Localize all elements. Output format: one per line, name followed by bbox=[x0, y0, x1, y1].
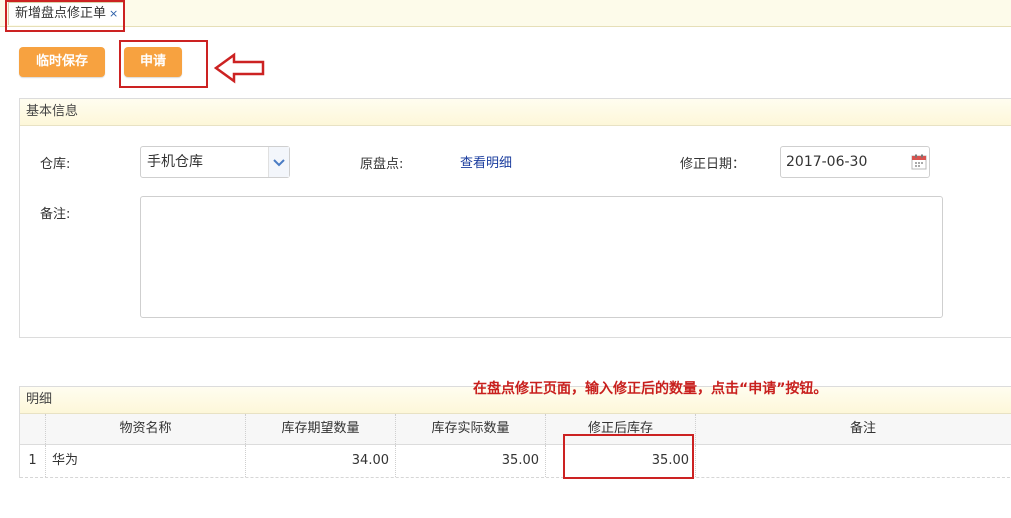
remark-textarea[interactable] bbox=[140, 196, 943, 318]
column-header-note[interactable]: 备注 bbox=[696, 414, 1011, 444]
correction-date-value: 2017-06-30 bbox=[786, 154, 868, 170]
tab-highlight-box bbox=[5, 0, 125, 32]
cell-expected[interactable]: 34.00 bbox=[246, 445, 396, 477]
left-arrow-icon bbox=[214, 52, 265, 84]
apply-highlight-box bbox=[119, 40, 208, 88]
calendar-icon[interactable] bbox=[911, 154, 927, 170]
temporary-save-button[interactable]: 临时保存 bbox=[19, 47, 105, 77]
column-header-index bbox=[20, 414, 46, 444]
warehouse-select[interactable]: 手机仓库 bbox=[140, 146, 290, 178]
cell-note[interactable] bbox=[696, 445, 1011, 477]
row-index: 1 bbox=[20, 445, 46, 477]
cell-actual[interactable]: 35.00 bbox=[396, 445, 546, 477]
warehouse-label: 仓库: bbox=[40, 157, 71, 172]
chevron-down-icon[interactable] bbox=[268, 147, 289, 177]
column-header-name[interactable]: 物资名称 bbox=[46, 414, 246, 444]
panel-header-basic: 基本信息 bbox=[20, 99, 1011, 126]
view-detail-link[interactable]: 查看明细 bbox=[460, 152, 512, 171]
correction-date-label: 修正日期： bbox=[680, 157, 746, 172]
original-inventory-label: 原盘点: bbox=[360, 157, 404, 172]
fixed-quantity-highlight-box bbox=[563, 434, 694, 479]
warehouse-select-value: 手机仓库 bbox=[147, 154, 203, 170]
tab-bar: 新增盘点修正单 × bbox=[0, 0, 1011, 27]
correction-date-input[interactable]: 2017-06-30 bbox=[780, 146, 930, 178]
detail-table-header: 物资名称 库存期望数量 库存实际数量 修正后库存 备注 bbox=[20, 414, 1011, 445]
column-header-expected[interactable]: 库存期望数量 bbox=[246, 414, 396, 444]
column-header-actual[interactable]: 库存实际数量 bbox=[396, 414, 546, 444]
table-row[interactable]: 1 华为 34.00 35.00 35.00 bbox=[20, 445, 1011, 478]
cell-name[interactable]: 华为 bbox=[46, 445, 246, 477]
remark-label: 备注: bbox=[40, 207, 71, 222]
instruction-annotation: 在盘点修正页面，输入修正后的数量，点击“申请”按钮。 bbox=[473, 381, 828, 397]
